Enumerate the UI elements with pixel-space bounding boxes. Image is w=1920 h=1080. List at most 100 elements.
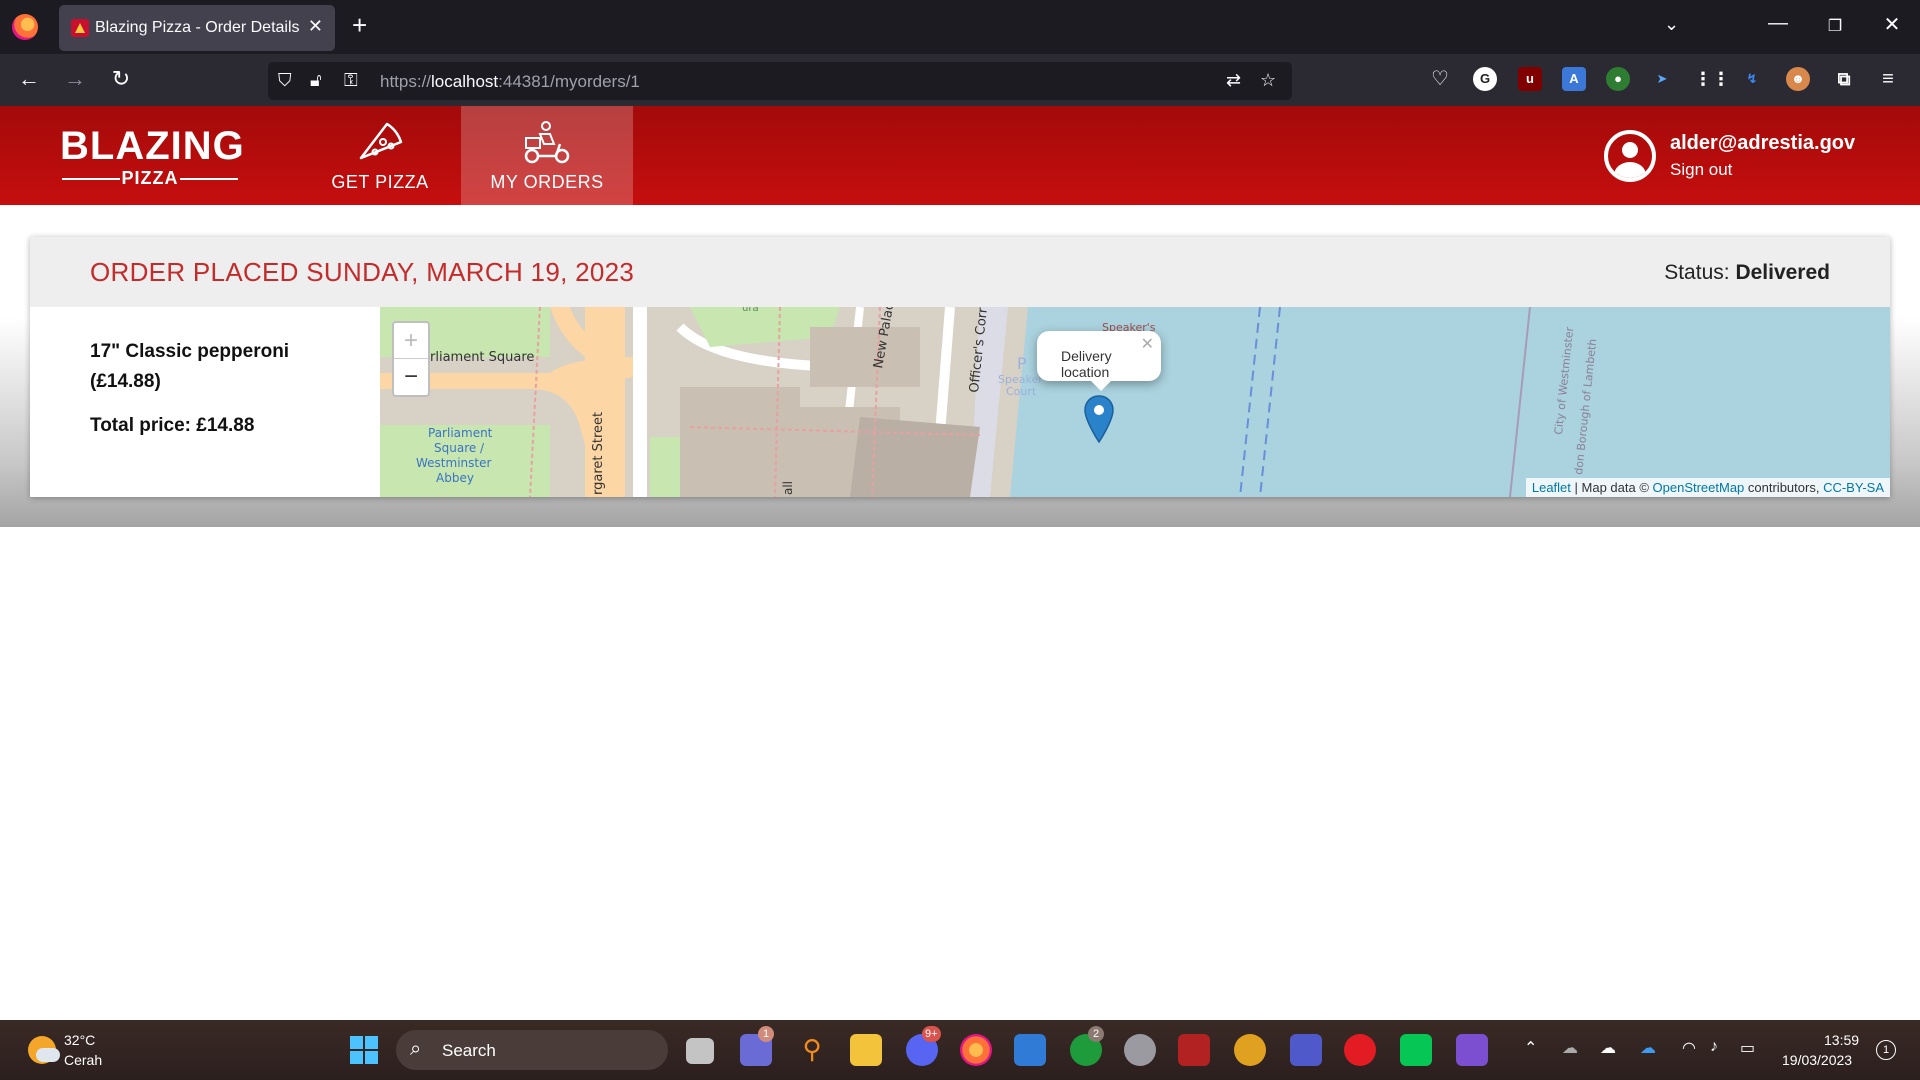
delivery-map[interactable]: rliament Square Parliament Square / West… [380, 307, 1890, 497]
map-label-westminster: Westminster [416, 456, 491, 470]
order-items: 17" Classic pepperoni (£14.88) Total pri… [90, 337, 340, 437]
item-price: (£14.88) [90, 371, 161, 392]
map-label-ura: ura [742, 307, 759, 314]
browser-tab-bar: Blazing Pizza - Order Details ✕ + ⌄ — ❐ … [0, 0, 1920, 54]
weather-description[interactable]: Cerah [64, 1052, 102, 1068]
new-tab-button[interactable]: + [352, 10, 367, 41]
search-icon: ⌕ [410, 1038, 422, 1060]
map-attribution: Leaflet | Map data © OpenStreetMap contr… [1525, 478, 1890, 497]
ublock-extension-icon[interactable]: u [1518, 67, 1542, 91]
sign-out-link[interactable]: Sign out [1670, 160, 1732, 180]
nav-tab-get-pizza[interactable]: GET PIZZA [294, 106, 466, 205]
clock-time[interactable]: 13:59 [1824, 1032, 1859, 1048]
map-label-court: Court [1006, 385, 1037, 398]
nav-label-my-orders: MY ORDERS [490, 172, 604, 192]
brave-lion-icon[interactable] [1234, 1034, 1266, 1066]
browser-tab-active[interactable]: Blazing Pizza - Order Details ✕ [59, 5, 335, 51]
volume-icon[interactable]: ♪ [1710, 1038, 1718, 1056]
windows-start-icon[interactable] [350, 1036, 378, 1064]
map-zoom-control: + − [392, 321, 430, 397]
close-window-button[interactable]: ✕ [1872, 12, 1912, 37]
brand-main-text: BLAZING [60, 124, 245, 168]
forward-arrow-icon[interactable]: → [60, 66, 90, 92]
show-hidden-icons-chevron-icon[interactable]: ⌃ [1524, 1038, 1537, 1058]
brand-line-right [180, 178, 238, 180]
map-marker-icon[interactable] [1084, 395, 1114, 443]
cc-by-sa-link[interactable]: CC-BY-SA [1823, 480, 1884, 495]
teams-icon[interactable] [1290, 1034, 1322, 1066]
visual-studio-icon[interactable] [1456, 1034, 1488, 1066]
grammarly-extension-icon[interactable]: G [1473, 67, 1497, 91]
leaflet-link[interactable]: Leaflet [1532, 480, 1571, 495]
delivery-scooter-icon [524, 121, 570, 164]
delivery-location-popup: Delivery location ✕ [1037, 331, 1161, 391]
address-bar[interactable]: ⛉ 🔓︎ ⚿ https://localhost:44381/myorders/… [268, 62, 1292, 100]
pizza-slice-icon [359, 122, 403, 160]
zoom-in-button[interactable]: + [394, 323, 428, 359]
apps-grid-icon[interactable]: ⋮⋮ [1694, 67, 1730, 91]
task-view-icon[interactable] [686, 1038, 714, 1064]
file-explorer-icon[interactable] [850, 1034, 882, 1066]
translate-icon[interactable]: ⇄ [1226, 70, 1241, 91]
firefox-logo-icon[interactable] [12, 14, 38, 40]
restore-window-button[interactable]: ❐ [1815, 16, 1855, 36]
popup-close-icon[interactable]: ✕ [1141, 334, 1154, 354]
mail-icon[interactable] [1014, 1034, 1046, 1066]
discord-badge: 9+ [922, 1026, 941, 1042]
pizza-favicon-icon [71, 19, 89, 37]
taskbar-search-box[interactable]: ⌕ Search [396, 1030, 668, 1070]
app-header: BLAZING PIZZA GET PIZZA MY ORDERS alder@… [0, 106, 1920, 205]
swirl-extension-icon[interactable]: ↯ [1740, 67, 1764, 91]
order-status: Status: Delivered [1664, 261, 1830, 285]
map-label-p: P [1017, 354, 1027, 373]
nav-tab-my-orders[interactable]: MY ORDERS [461, 106, 633, 205]
order-title: ORDER PLACED SUNDAY, MARCH 19, 2023 [90, 257, 635, 287]
cloud-gray-icon[interactable]: ☁ [1562, 1038, 1578, 1058]
blazing-pizza-logo[interactable]: BLAZING PIZZA [60, 124, 245, 194]
battery-icon[interactable]: ▭ [1740, 1038, 1755, 1058]
weather-sun-cloud-icon[interactable] [28, 1036, 60, 1064]
close-tab-icon[interactable]: ✕ [308, 16, 323, 37]
pocket-icon[interactable]: ♡ [1425, 66, 1455, 91]
popup-tip [1091, 381, 1111, 391]
notification-count-badge[interactable]: 1 [1876, 1040, 1896, 1060]
reload-icon[interactable]: ↻ [106, 66, 136, 92]
bookmark-star-icon[interactable]: ☆ [1260, 70, 1276, 91]
openstreetmap-link[interactable]: OpenStreetMap [1653, 480, 1745, 495]
back-arrow-icon[interactable]: ← [14, 66, 44, 92]
browser-nav-bar: ← → ↻ ⛉ 🔓︎ ⚿ https://localhost:44381/myo… [0, 54, 1920, 106]
lock-icon[interactable]: 🔓︎ [310, 70, 322, 91]
map-label-abbey: Abbey [436, 471, 474, 485]
windows-taskbar: 32°C Cerah ⌕ Search 1 ⚲ 9+ 2 ⌃ ☁ ☁ ☁ ◠ ♪… [0, 1020, 1920, 1080]
wifi-icon[interactable]: ◠ [1682, 1038, 1696, 1058]
url-text[interactable]: https://localhost:44381/myorders/1 [380, 72, 640, 92]
list-tabs-chevron-icon[interactable]: ⌄ [1664, 14, 1679, 35]
user-email: alder@adrestia.gov [1670, 132, 1856, 154]
zoom-out-button[interactable]: − [394, 359, 428, 395]
key-icon[interactable]: ⚿ [344, 70, 358, 91]
arrow-extension-icon[interactable]: ➤ [1650, 67, 1674, 91]
status-label: Status: [1664, 261, 1730, 284]
minimize-window-button[interactable]: — [1758, 12, 1798, 35]
map-label-margaret-street: rgaret Street [591, 412, 606, 495]
brand-sub-text: PIZZA [60, 168, 240, 189]
magnifier-app-icon[interactable]: ⚲ [796, 1034, 828, 1066]
red-app-icon[interactable] [1178, 1034, 1210, 1066]
firefox-taskbar-icon[interactable] [960, 1034, 992, 1066]
monkey-extension-icon[interactable]: ☻ [1786, 67, 1810, 91]
puzzle-extensions-icon[interactable]: ⧉ [1832, 67, 1856, 91]
shield-icon[interactable]: ⛉ [278, 70, 292, 91]
cloud-white-icon[interactable]: ☁ [1600, 1038, 1616, 1058]
settings-disc-icon[interactable] [1124, 1034, 1156, 1066]
translate-extension-icon[interactable]: A [1562, 67, 1586, 91]
clock-date[interactable]: 19/03/2023 [1782, 1052, 1852, 1068]
weather-temperature[interactable]: 32°C [64, 1032, 95, 1048]
hamburger-menu-icon[interactable]: ≡ [1876, 67, 1900, 91]
colorful-extension-icon[interactable]: ● [1606, 67, 1630, 91]
user-avatar-icon [1604, 130, 1656, 182]
ea-app-icon[interactable] [1344, 1034, 1376, 1066]
line-app-icon[interactable] [1400, 1034, 1432, 1066]
xbox-badge: 2 [1088, 1026, 1104, 1042]
onedrive-icon[interactable]: ☁ [1640, 1038, 1656, 1058]
tab-title: Blazing Pizza - Order Details [95, 19, 300, 36]
